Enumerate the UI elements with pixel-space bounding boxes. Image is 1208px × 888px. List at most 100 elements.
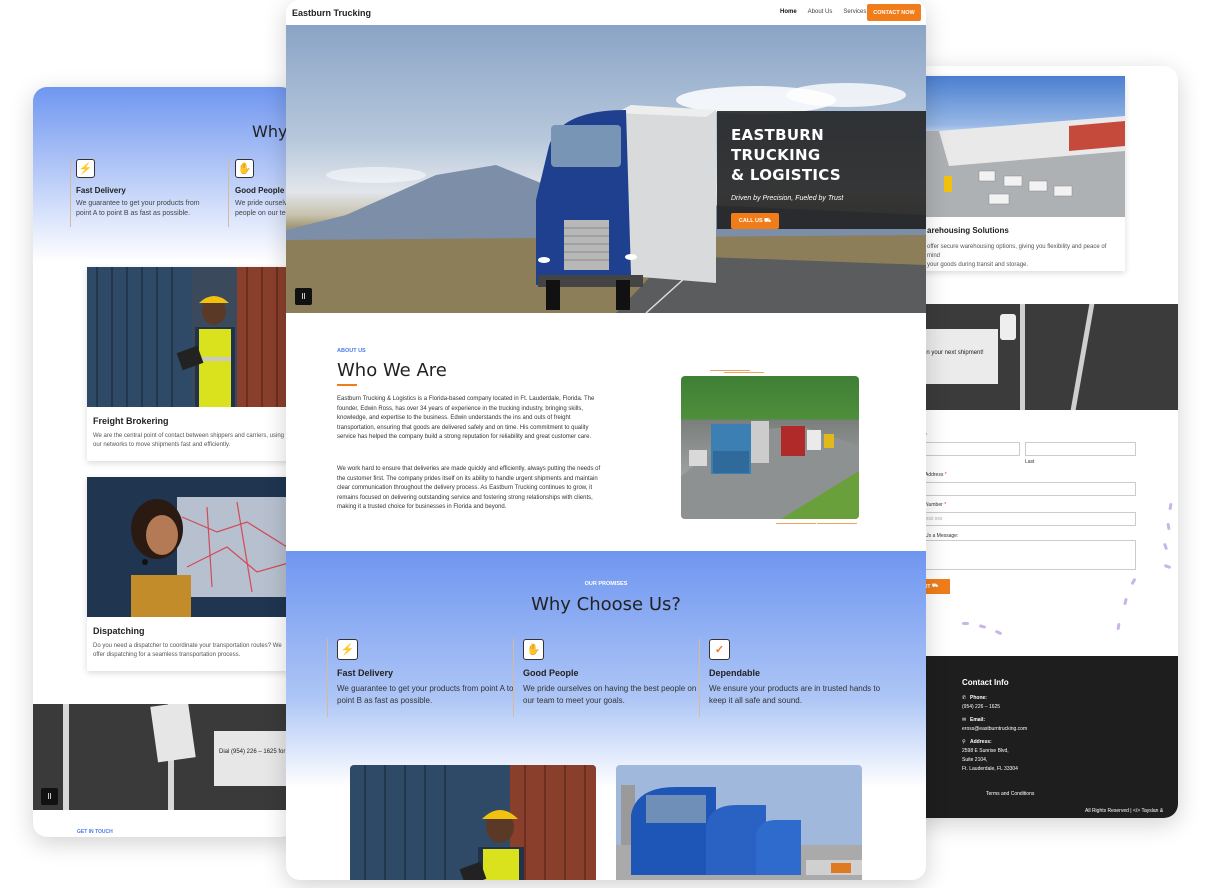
map-pin-icon: ⚲ xyxy=(962,739,966,745)
divider xyxy=(70,157,71,227)
hero-title: EASTBURN TRUCKING & LOGISTICS xyxy=(731,125,912,185)
deco-line xyxy=(817,523,857,524)
divider xyxy=(699,639,700,717)
deco-line xyxy=(776,523,816,524)
lightning-icon: ⚡ xyxy=(337,639,358,660)
card-desc: offer secure warehousing options, giving… xyxy=(927,243,1117,270)
pause-button[interactable]: II xyxy=(295,288,312,305)
footer: Contact Info ✆ Phone: (954) 226 – 1625 ✉ E… xyxy=(910,656,1178,818)
lane-marking xyxy=(63,704,69,810)
message-textarea[interactable] xyxy=(910,540,1136,570)
warehouse-photo xyxy=(919,76,1125,217)
footer-heading: Contact Info xyxy=(962,678,1009,687)
first-name-input[interactable] xyxy=(910,442,1020,456)
truck-fleet-photo xyxy=(616,765,862,880)
about-section: ABOUT US Who We Are Eastburn Trucking & … xyxy=(286,313,926,551)
card-desc: We are the central point of contact betw… xyxy=(93,433,284,448)
terms-link[interactable]: Terms and Conditions xyxy=(986,790,1034,799)
email-input[interactable] xyxy=(910,482,1136,496)
dispatcher-photo xyxy=(87,477,295,617)
promises-title: Why Choose Us? xyxy=(531,594,681,615)
address-line: 2598 E Sunrise Blvd, xyxy=(962,748,1009,754)
right-screen: arehousing Solutions offer secure wareho… xyxy=(910,66,1178,818)
last-name-input[interactable] xyxy=(1025,442,1136,456)
deco-dash xyxy=(962,622,969,625)
email-value[interactable]: eross@eastburntrucking.com xyxy=(962,726,1027,732)
rights-text: All Rights Reserved | </> Tayslan & xyxy=(1085,808,1164,814)
email-label: Address * xyxy=(925,472,947,478)
promise-desc: We pride ourselves on having the best pe… xyxy=(523,684,697,705)
promise-title: Fast Delivery xyxy=(337,668,394,678)
address-label: Address: xyxy=(970,739,992,745)
promise-dependable: ✓ Dependable We ensure your products are… xyxy=(709,639,889,707)
promise-title: Dependable xyxy=(709,668,761,678)
brand-logo[interactable]: Eastburn Trucking xyxy=(292,8,371,18)
phone-value[interactable]: (954) 226 – 1625 xyxy=(962,704,1000,710)
truck-icon: ⛟ xyxy=(764,217,772,224)
pause-button[interactable]: II xyxy=(41,788,58,805)
phone-label: Phone: xyxy=(970,695,987,701)
divider xyxy=(327,639,328,717)
card-title: Dispatching xyxy=(93,626,145,636)
footer-email: ✉ Email: eross@eastburntrucking.com xyxy=(962,716,1027,734)
nav-links: Home About Us Services xyxy=(780,9,866,15)
promise-desc: We guarantee to get your products from p… xyxy=(76,200,200,217)
promise-fast-delivery: ⚡ Fast Delivery We guarantee to get your… xyxy=(337,639,517,707)
about-paragraph: We work hard to ensure that deliveries a… xyxy=(337,466,601,511)
promise-title: Good People xyxy=(523,668,579,678)
worker-photo xyxy=(87,267,295,407)
card-title: Freight Brokering xyxy=(93,416,169,426)
footer-address: ⚲ Address: 2598 E Sunrise Blvd, Suite 210… xyxy=(962,738,1018,774)
address-line: Ft. Lauderdale, FL 33304 xyxy=(962,766,1018,772)
service-card-trucking[interactable] xyxy=(616,765,862,880)
divider xyxy=(228,157,229,227)
promises-section: OUR PROMISES Why Choose Us? ⚡ Fast Deliv… xyxy=(286,551,926,880)
mockup-stage: Why C ⚡ Fast Delivery We guarantee to ge… xyxy=(0,0,1208,888)
phone-input[interactable]: xxx xxx xyxy=(910,512,1136,526)
center-screen: Eastburn Trucking Home About Us Services… xyxy=(286,0,926,880)
nav-services[interactable]: Services xyxy=(843,9,866,15)
card-dispatching[interactable]: Dispatching Do you need a dispatcher to … xyxy=(87,477,295,671)
worker-photo xyxy=(350,765,596,880)
email-label: Email: xyxy=(970,717,986,723)
phone-icon: ✆ xyxy=(962,695,967,701)
hero-tagline: Driven by Precision, Fueled by Trust xyxy=(731,195,844,202)
pause-glyph: II xyxy=(47,792,52,801)
shield-check-icon: ✓ xyxy=(709,639,730,660)
last-sublabel: Last xyxy=(1025,459,1035,465)
card-warehousing[interactable]: arehousing Solutions offer secure wareho… xyxy=(919,76,1125,271)
card-desc-line: offer secure warehousing options, giving… xyxy=(927,244,1107,259)
lane-marking xyxy=(1070,304,1095,410)
title-underline xyxy=(337,384,357,386)
card-title: arehousing Solutions xyxy=(927,226,1009,235)
card-freight-brokering[interactable]: Freight Brokering We are the central poi… xyxy=(87,267,295,461)
get-in-touch-label: GET IN TOUCH xyxy=(77,829,113,835)
phone-label: Number * xyxy=(925,502,947,508)
nav-about[interactable]: About Us xyxy=(808,9,833,15)
banner-text: g on your next shipment! xyxy=(918,350,984,356)
handshake-icon: ✋ xyxy=(523,639,544,660)
footer-phone: ✆ Phone: (954) 226 – 1625 xyxy=(962,694,1000,712)
promise-desc: We guarantee to get your products from p… xyxy=(337,684,514,705)
hero-overlay: EASTBURN TRUCKING & LOGISTICS Driven by … xyxy=(717,111,926,229)
envelope-icon: ✉ xyxy=(962,717,967,723)
dial-text: Dial (954) 226 – 1625 for xyxy=(219,749,286,755)
service-card-freight[interactable] xyxy=(350,765,596,880)
deco-line xyxy=(724,372,764,373)
road-banner: Dial (954) 226 – 1625 for II xyxy=(33,704,295,810)
lane-marking xyxy=(1020,304,1025,410)
card-desc-line: your goods during transit and storage. xyxy=(927,262,1029,268)
car-top-view xyxy=(1000,314,1016,340)
contact-now-button[interactable]: CONTACT NOW xyxy=(867,4,921,21)
promise-good-people: ✋ Good People We pride ourselves on havi… xyxy=(523,639,703,707)
about-eyebrow: ABOUT US xyxy=(337,348,366,354)
call-us-button[interactable]: CALL US ⛟ xyxy=(731,213,779,229)
card-desc: Do you need a dispatcher to coordinate y… xyxy=(93,643,282,658)
nav-home[interactable]: Home xyxy=(780,9,797,15)
pause-glyph: II xyxy=(301,292,306,301)
handshake-icon: ✋ xyxy=(235,159,254,178)
call-us-label: CALL US xyxy=(738,218,763,224)
top-nav: Eastburn Trucking Home About Us Services… xyxy=(286,0,926,25)
truck-top-view xyxy=(150,704,196,763)
phone-placeholder: xxx xxx xyxy=(926,516,943,522)
